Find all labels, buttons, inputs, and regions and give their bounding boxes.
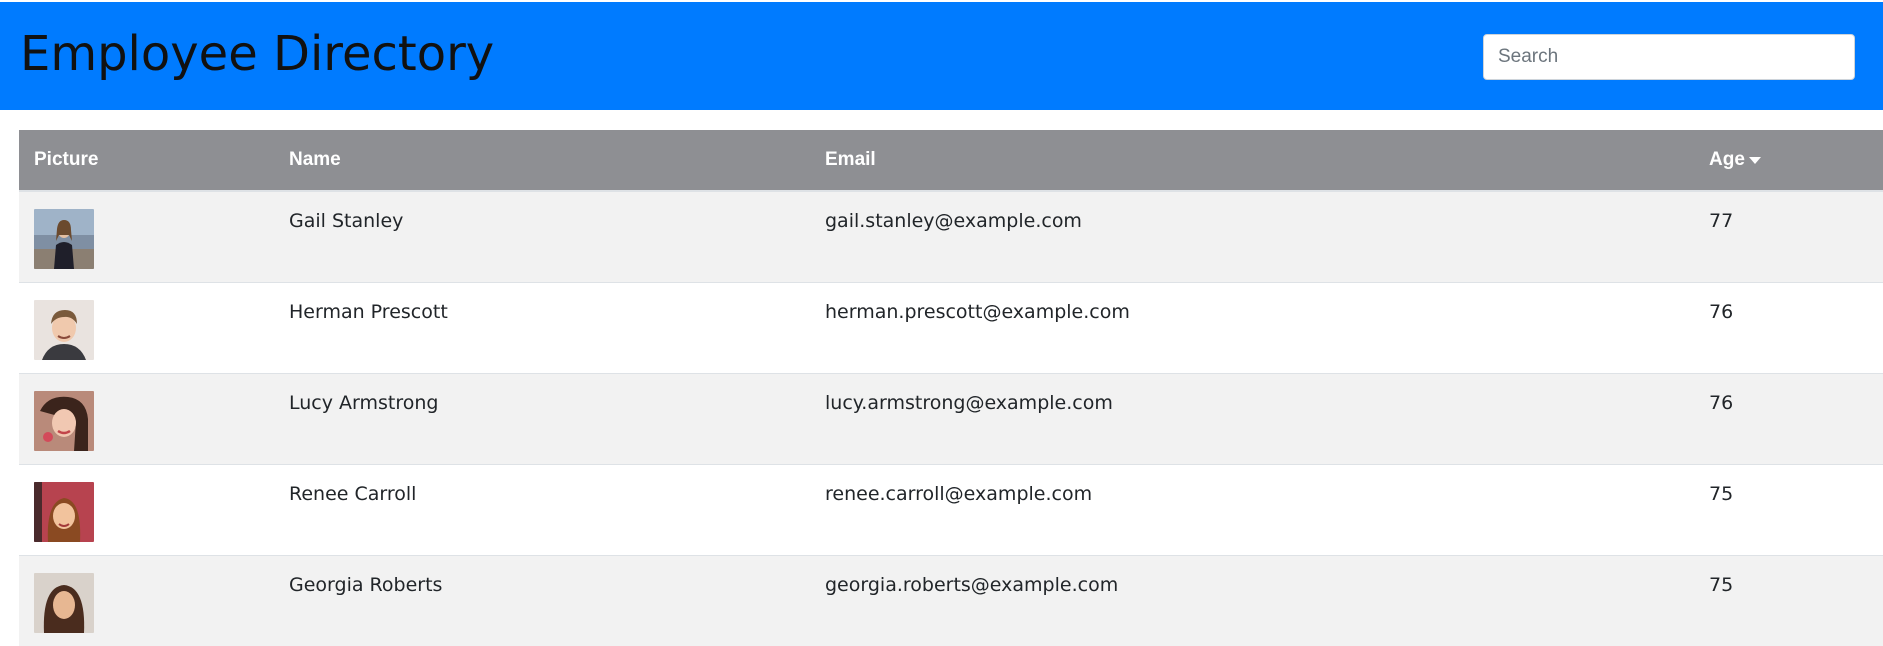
- age-cell: 75: [1694, 554, 1883, 646]
- avatar-renee-carroll: [34, 481, 94, 542]
- column-header-email: Email: [810, 130, 1694, 192]
- table-header: Picture Name Email Age: [19, 130, 1883, 192]
- column-header-age[interactable]: Age: [1694, 130, 1883, 192]
- avatar-georgia-roberts: [34, 572, 94, 633]
- name-cell: Lucy Armstrong: [274, 372, 810, 464]
- column-header-name: Name: [274, 130, 810, 192]
- email-cell: herman.prescott@example.com: [810, 281, 1694, 373]
- search-input[interactable]: [1483, 34, 1855, 80]
- column-header-picture: Picture: [19, 130, 274, 192]
- employee-table: Picture Name Email Age Gail Stanley gail…: [19, 130, 1883, 646]
- page-title: Employee Directory: [20, 26, 495, 82]
- age-cell: 75: [1694, 463, 1883, 555]
- table-header-row: Picture Name Email Age: [19, 130, 1883, 192]
- table-row: Renee Carroll renee.carroll@example.com …: [19, 463, 1883, 555]
- email-cell: renee.carroll@example.com: [810, 463, 1694, 555]
- age-header-label[interactable]: Age: [1709, 149, 1745, 170]
- age-cell: 76: [1694, 372, 1883, 464]
- table-row: Lucy Armstrong lucy.armstrong@example.co…: [19, 372, 1883, 464]
- table-row: Herman Prescott herman.prescott@example.…: [19, 281, 1883, 373]
- picture-cell: [19, 372, 274, 464]
- picture-cell: [19, 281, 274, 373]
- name-cell: Herman Prescott: [274, 281, 810, 373]
- avatar-herman-prescott: [34, 299, 94, 360]
- table-row: Georgia Roberts georgia.roberts@example.…: [19, 554, 1883, 646]
- name-cell: Gail Stanley: [274, 190, 810, 282]
- picture-cell: [19, 554, 274, 646]
- avatar-lucy-armstrong: [34, 390, 94, 451]
- age-cell: 76: [1694, 281, 1883, 373]
- picture-cell: [19, 463, 274, 555]
- picture-cell: [19, 190, 274, 282]
- name-cell: Georgia Roberts: [274, 554, 810, 646]
- age-cell: 77: [1694, 190, 1883, 282]
- email-cell: georgia.roberts@example.com: [810, 554, 1694, 646]
- table-row: Gail Stanley gail.stanley@example.com 77: [19, 190, 1883, 282]
- caret-down-icon[interactable]: [1748, 157, 1761, 165]
- page-header: Employee Directory: [0, 2, 1883, 110]
- name-cell: Renee Carroll: [274, 463, 810, 555]
- table-body: Gail Stanley gail.stanley@example.com 77…: [19, 190, 1883, 646]
- email-cell: lucy.armstrong@example.com: [810, 372, 1694, 464]
- email-cell: gail.stanley@example.com: [810, 190, 1694, 282]
- avatar-gail-stanley: [34, 209, 94, 269]
